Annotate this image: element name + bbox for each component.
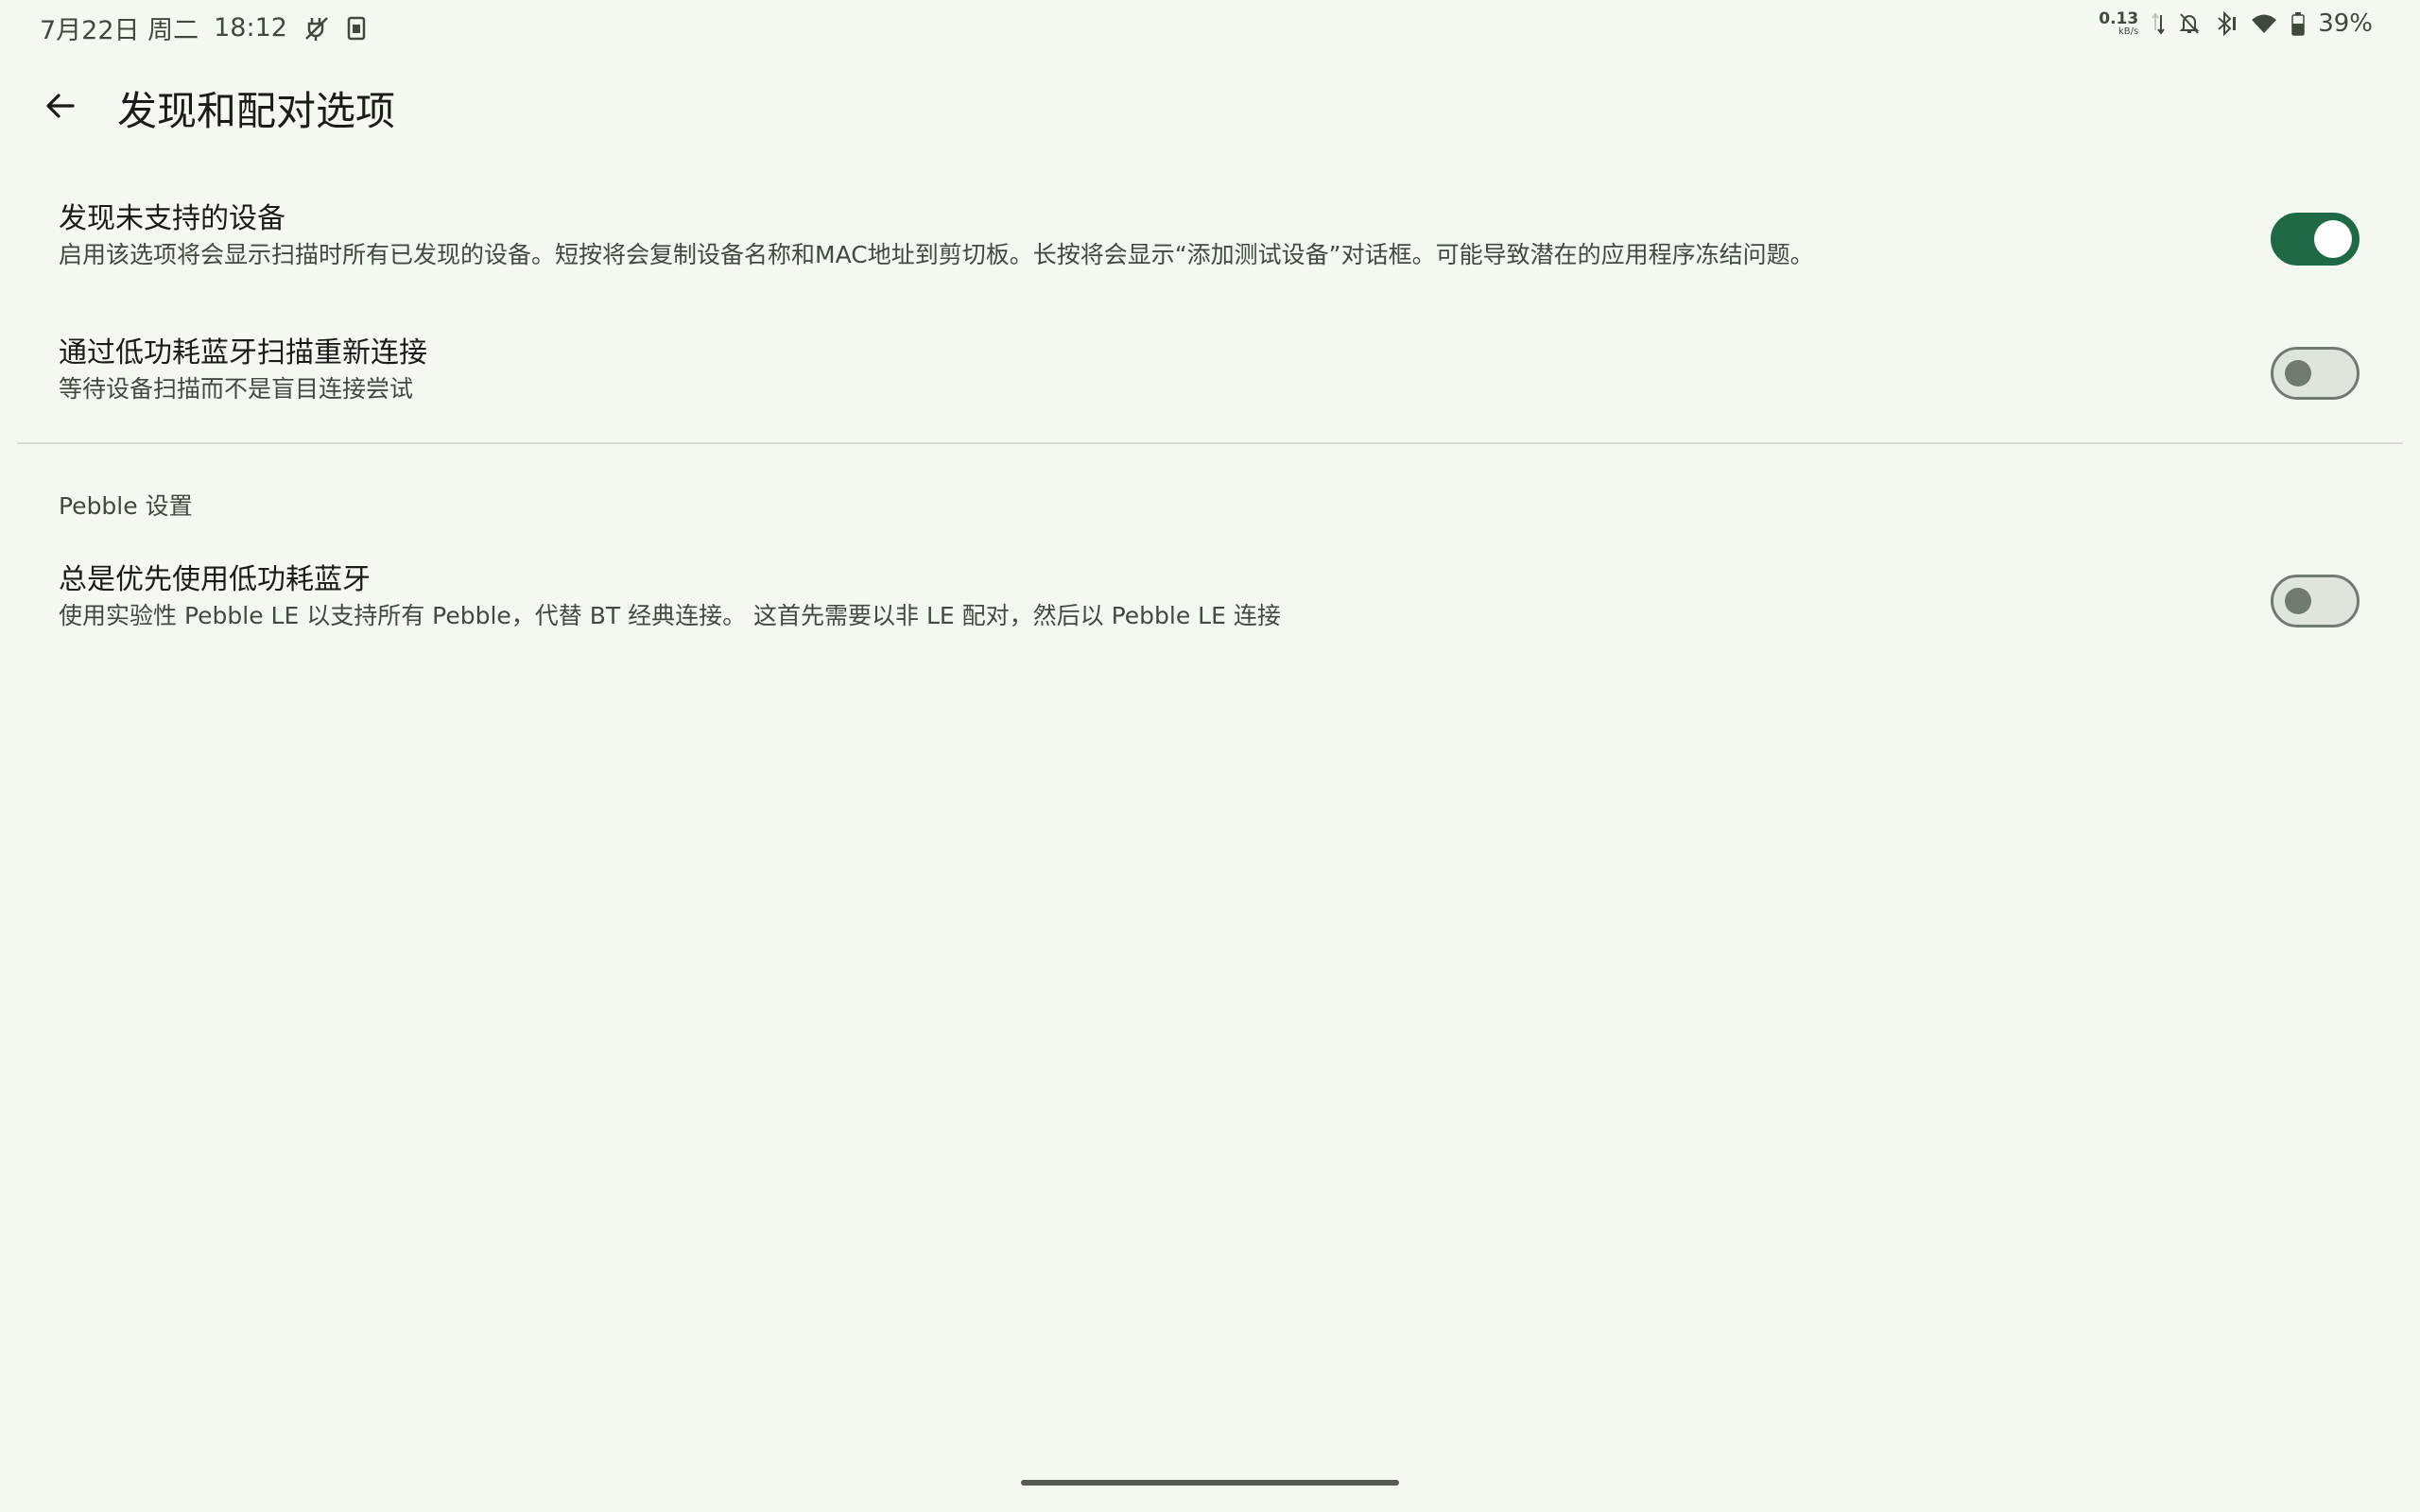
- network-speed-unit: kB/s: [2118, 26, 2139, 37]
- section-header-pebble: Pebble 设置: [59, 492, 193, 520]
- pref-title: 通过低功耗蓝牙扫描重新连接: [59, 336, 427, 369]
- charging-icon: [302, 14, 331, 43]
- section-divider: [17, 442, 2403, 444]
- pref-title: 发现未支持的设备: [59, 202, 285, 235]
- sim-card-icon: [346, 15, 367, 42]
- back-button[interactable]: [32, 77, 89, 134]
- discover-unsupported-toggle[interactable]: [2271, 213, 2360, 266]
- status-right: 0.13 kB/s 39%: [2099, 9, 2373, 38]
- pref-text: 通过低功耗蓝牙扫描重新连接 等待设备扫描而不是盲目连接尝试: [59, 335, 2174, 406]
- data-transfer-icon: [2152, 11, 2166, 36]
- reconnect-ble-scan-toggle[interactable]: [2271, 347, 2360, 400]
- battery-percent: 39%: [2318, 9, 2373, 38]
- switch-thumb: [2285, 360, 2311, 387]
- navigation-handle[interactable]: [1021, 1480, 1399, 1486]
- wifi-icon: [2250, 11, 2278, 36]
- app-bar: 发现和配对选项: [0, 66, 2420, 142]
- always-prefer-ble-toggle[interactable]: [2271, 575, 2360, 627]
- pref-always-prefer-ble[interactable]: 总是优先使用低功耗蓝牙 使用实验性 Pebble LE 以支持所有 Pebble…: [0, 561, 2420, 644]
- network-speed: 0.13 kB/s: [2099, 9, 2139, 37]
- pref-summary: 等待设备扫描而不是盲目连接尝试: [59, 375, 414, 403]
- network-speed-value: 0.13: [2099, 9, 2139, 28]
- status-bar: 7月22日 周二 18:12 0.13 kB/s 39%: [0, 0, 2420, 49]
- page-title: 发现和配对选项: [117, 88, 396, 134]
- pref-summary: 使用实验性 Pebble LE 以支持所有 Pebble，代替 BT 经典连接。…: [59, 602, 1281, 629]
- pref-discover-unsupported-devices[interactable]: 发现未支持的设备 启用该选项将会显示扫描时所有已发现的设备。短按将会复制设备名称…: [0, 200, 2420, 284]
- battery-icon: [2291, 11, 2305, 36]
- pref-summary: 启用该选项将会显示扫描时所有已发现的设备。短按将会复制设备名称和MAC地址到剪切…: [59, 241, 1814, 268]
- pref-title: 总是优先使用低功耗蓝牙: [59, 563, 371, 596]
- switch-thumb: [2314, 220, 2352, 258]
- status-left: 7月22日 周二 18:12: [40, 9, 367, 46]
- arrow-back-icon: [43, 89, 78, 123]
- status-date: 7月22日 周二: [40, 16, 199, 45]
- pref-text: 总是优先使用低功耗蓝牙 使用实验性 Pebble LE 以支持所有 Pebble…: [59, 561, 2174, 633]
- switch-thumb: [2285, 588, 2311, 614]
- notifications-off-icon: [2178, 11, 2201, 36]
- pref-text: 发现未支持的设备 启用该选项将会显示扫描时所有已发现的设备。短按将会复制设备名称…: [59, 200, 2174, 272]
- bluetooth-icon: [2214, 11, 2237, 36]
- status-time: 18:12: [214, 13, 287, 43]
- pref-reconnect-ble-scan[interactable]: 通过低功耗蓝牙扫描重新连接 等待设备扫描而不是盲目连接尝试: [0, 335, 2420, 418]
